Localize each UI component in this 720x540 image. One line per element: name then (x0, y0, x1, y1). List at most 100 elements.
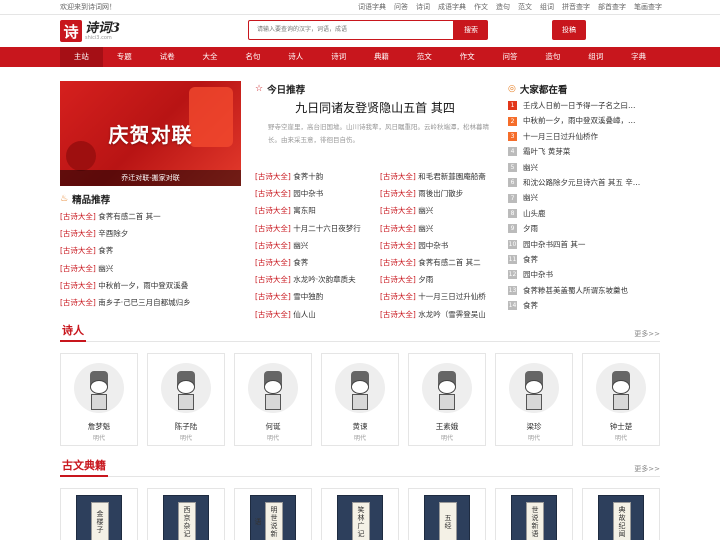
top-link[interactable]: 拼音查字 (562, 2, 590, 12)
popular-item[interactable]: 8 山头鹿 (508, 206, 660, 221)
popular-item[interactable]: 10 园中杂书四首 其一 (508, 237, 660, 252)
list-item[interactable]: [古诗大全] 十一月三日过升仙桥 (380, 288, 498, 305)
top-link[interactable]: 作文 (474, 2, 488, 12)
item-text: 南乡子·己巳三月自都城归乡 (98, 297, 191, 307)
list-item[interactable]: [古诗大全] 食荠有感二首 其一 (60, 208, 245, 225)
list-item[interactable]: [古诗大全] 食荠有感二首 其二 (380, 254, 498, 271)
popular-item[interactable]: 11 食荠 (508, 252, 660, 267)
list-item[interactable]: [古诗大全] 幽兴 (380, 202, 498, 219)
popular-item[interactable]: 4 霜叶飞 黄芽菜 (508, 144, 660, 159)
book-card[interactable]: 世说新语 (495, 488, 573, 540)
nav-item[interactable]: 大全 (189, 47, 232, 67)
submit-button[interactable]: 投稿 (552, 20, 586, 40)
list-item[interactable]: [古诗大全] 和毛君新葺園庵船斋 (380, 168, 498, 185)
item-text: 幽兴 (98, 263, 114, 273)
list-item[interactable]: [古诗大全] 辛酉除夕 (60, 225, 245, 242)
list-item[interactable]: [古诗大全] 园中杂书 (255, 185, 380, 202)
popular-item[interactable]: 3 十一月三日过升仙桥作 (508, 129, 660, 144)
item-tag: [古诗大全] (255, 275, 291, 285)
list-item[interactable]: [古诗大全] 食荠十韵 (255, 168, 380, 185)
poet-card[interactable]: 梁珍 明代 (495, 353, 573, 446)
popular-item[interactable]: 14 食荠 (508, 298, 660, 313)
popular-item[interactable]: 5 幽兴 (508, 160, 660, 175)
popular-item[interactable]: 13 食荠糁甚美盖蜀人所谓东坡羹也 (508, 283, 660, 298)
top-link[interactable]: 问答 (394, 2, 408, 12)
site-logo[interactable]: 诗 诗词3 shici3.com (60, 20, 120, 42)
book-card[interactable]: 五经 (408, 488, 486, 540)
nav-item[interactable]: 名句 (231, 47, 274, 67)
nav-item[interactable]: 字典 (617, 47, 660, 67)
nav-item[interactable]: 试卷 (146, 47, 189, 67)
book-card[interactable]: 典故纪闻 (582, 488, 660, 540)
item-tag: [古诗大全] (60, 229, 96, 239)
top-link[interactable]: 范文 (518, 2, 532, 12)
nav-item[interactable]: 造句 (531, 47, 574, 67)
popular-item[interactable]: 2 中秋前一夕，雨中登双溪叠嶂，… (508, 113, 660, 128)
item-tag: [古诗大全] (380, 309, 416, 319)
list-item[interactable]: [古诗大全] 雨後出门散步 (380, 185, 498, 202)
list-item[interactable]: [古诗大全] 十月二十六日夜梦行 (255, 220, 380, 237)
poet-card[interactable]: 王素娥 明代 (408, 353, 486, 446)
nav-item[interactable]: 专题 (103, 47, 146, 67)
book-title: 西京杂记 (178, 502, 196, 540)
poets-more-link[interactable]: 更多>> (634, 329, 660, 339)
books-row: 金楼子 西京杂记 明世说新语 笑林广记 五经 世说新语 典故纪闻 (60, 488, 660, 540)
nav-item[interactable]: 组词 (574, 47, 617, 67)
item-text: 雪中独酌 (293, 292, 324, 302)
list-item[interactable]: [古诗大全] 仙人山 (255, 306, 380, 323)
popular-item[interactable]: 6 和沈公路除夕元旦诗六首 其五 辛… (508, 175, 660, 190)
popular-item[interactable]: 12 园中杂书 (508, 267, 660, 282)
list-item[interactable]: [古诗大全] 水龙吟（雪霁登吴山 (380, 306, 498, 323)
popular-item-text: 夕雨 (523, 224, 538, 234)
nav-item[interactable]: 作文 (446, 47, 489, 67)
list-item[interactable]: [古诗大全] 幽兴 (60, 260, 245, 277)
list-item[interactable]: [古诗大全] 寓东阳 (255, 202, 380, 219)
welcome-text: 欢迎来到诗词网！ (60, 3, 116, 11)
nav-item-home[interactable]: 主站 (60, 47, 103, 67)
book-card[interactable]: 西京杂记 (147, 488, 225, 540)
banner-caption[interactable]: 乔迁对联-搬家对联 (60, 170, 241, 186)
list-item[interactable]: [古诗大全] 食荠 (60, 242, 245, 259)
list-item[interactable]: [古诗大全] 南乡子·己巳三月自都城归乡 (60, 294, 245, 311)
today-poem-text: 野寺空崖里，高台旧国墟。山川诗我辈，风日瞩重阳。云岭秋端潭，松林暮晴长。由来采玉… (268, 123, 489, 144)
list-item[interactable]: [古诗大全] 夕雨 (380, 271, 498, 288)
top-link[interactable]: 诗词 (416, 2, 430, 12)
top-link[interactable]: 造句 (496, 2, 510, 12)
item-tag: [古诗大全] (255, 206, 291, 216)
poet-card[interactable]: 何诞 明代 (234, 353, 312, 446)
list-item[interactable]: [古诗大全] 幽兴 (255, 237, 380, 254)
book-card[interactable]: 金楼子 (60, 488, 138, 540)
book-card[interactable]: 笑林广记 (321, 488, 399, 540)
list-item[interactable]: [古诗大全] 水龙吟·次韵章质夫 (255, 271, 380, 288)
item-text: 食荠有感二首 其一 (98, 212, 161, 221)
poet-card[interactable]: 钟士楚 明代 (582, 353, 660, 446)
nav-item[interactable]: 典籍 (360, 47, 403, 67)
top-link[interactable]: 成语字典 (438, 2, 466, 12)
list-item[interactable]: [古诗大全] 园中杂书 (380, 237, 498, 254)
list-item[interactable]: [古诗大全] 幽兴 (380, 220, 498, 237)
today-poem-title[interactable]: 九日同诸友登贤隐山五首 其四 (255, 99, 495, 116)
popular-item[interactable]: 9 夕雨 (508, 221, 660, 236)
search-button[interactable]: 搜索 (454, 20, 488, 40)
nav-item[interactable]: 范文 (403, 47, 446, 67)
top-link[interactable]: 组词 (540, 2, 554, 12)
nav-item[interactable]: 问答 (489, 47, 532, 67)
poet-card[interactable]: 詹梦魁 明代 (60, 353, 138, 446)
list-item[interactable]: [古诗大全] 中秋前一夕，雨中登双溪叠 (60, 277, 245, 294)
poet-card[interactable]: 陈子陆 明代 (147, 353, 225, 446)
top-link[interactable]: 笔画查字 (634, 2, 662, 12)
nav-item[interactable]: 诗词 (317, 47, 360, 67)
banner-image[interactable]: 庆贺对联 乔迁对联-搬家对联 (60, 81, 241, 186)
popular-item[interactable]: 7 幽兴 (508, 190, 660, 205)
top-link[interactable]: 部首查字 (598, 2, 626, 12)
book-card[interactable]: 明世说新语 (234, 488, 312, 540)
books-more-link[interactable]: 更多>> (634, 464, 660, 474)
list-item[interactable]: [古诗大全] 雪中独酌 (255, 288, 380, 305)
poet-card[interactable]: 黄谏 明代 (321, 353, 399, 446)
nav-item[interactable]: 诗人 (274, 47, 317, 67)
poet-name: 钟士楚 (609, 422, 633, 431)
search-input[interactable] (248, 20, 454, 40)
top-link[interactable]: 词语字典 (358, 2, 386, 12)
popular-item[interactable]: 1 壬戌人日前一日予得一子名之曰… (508, 98, 660, 113)
list-item[interactable]: [古诗大全] 食荠 (255, 254, 380, 271)
